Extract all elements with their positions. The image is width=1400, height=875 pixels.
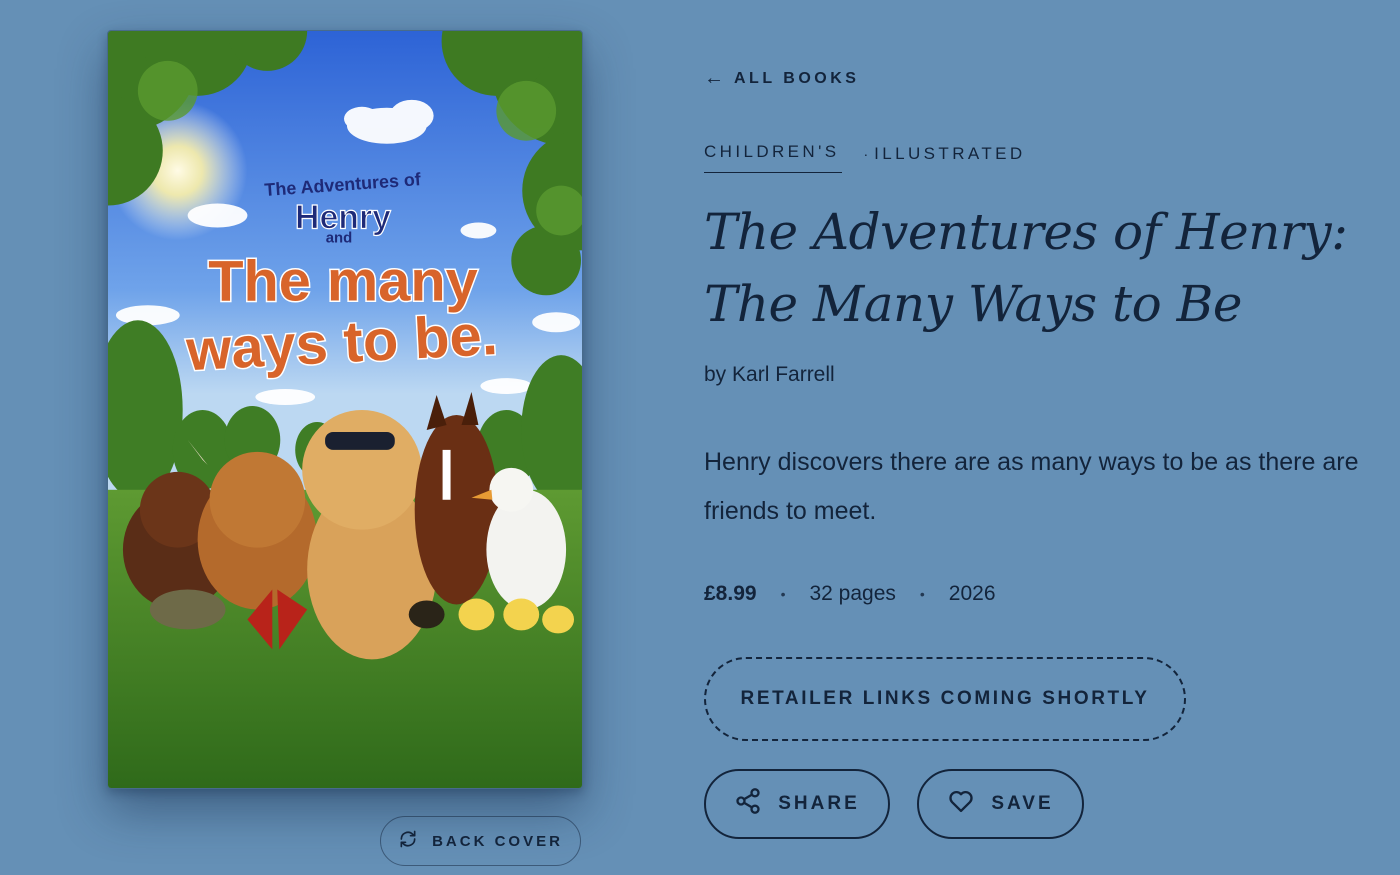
genre-separator: ·	[863, 146, 869, 162]
back-cover-label: BACK COVER	[432, 832, 563, 850]
share-icon	[734, 787, 762, 821]
heart-icon	[947, 787, 975, 821]
meta-separator: •	[780, 586, 786, 602]
all-books-link[interactable]: ← ALL BOOKS	[704, 67, 859, 90]
book-title: The Adventures of Henry: The Many Ways t…	[704, 203, 1348, 333]
save-button[interactable]: SAVE	[917, 769, 1084, 839]
genre-tags: CHILDREN'S · ILLUSTRATED	[704, 142, 1026, 173]
book-pages: 32 pages	[809, 582, 896, 605]
retailer-links-button: RETAILER LINKS COMING SHORTLY	[704, 657, 1186, 741]
genre-primary[interactable]: CHILDREN'S	[704, 142, 842, 173]
retailer-links-label: RETAILER LINKS COMING SHORTLY	[740, 688, 1150, 709]
book-price: £8.99	[704, 582, 757, 605]
cover-illustration: The Adventures of Henry and The many way…	[108, 31, 582, 788]
cover-title-and: and	[326, 229, 353, 246]
book-meta: £8.99 • 32 pages • 2026	[704, 582, 996, 606]
book-cover-image: The Adventures of Henry and The many way…	[107, 30, 583, 789]
all-books-label: ALL BOOKS	[734, 69, 860, 87]
share-label: SHARE	[778, 793, 860, 814]
cover-title-line4: The many	[208, 249, 478, 313]
share-button[interactable]: SHARE	[704, 769, 890, 839]
flip-icon	[398, 829, 418, 853]
genre-secondary: ILLUSTRATED	[874, 144, 1026, 163]
meta-separator: •	[919, 586, 925, 602]
book-author: by Karl Farrell	[704, 363, 835, 386]
back-arrow-icon: ←	[704, 67, 724, 89]
book-description: Henry discovers there are as many ways t…	[704, 448, 1359, 525]
book-year: 2026	[948, 582, 996, 605]
back-cover-button[interactable]: BACK COVER	[380, 816, 581, 866]
save-label: SAVE	[991, 793, 1054, 814]
